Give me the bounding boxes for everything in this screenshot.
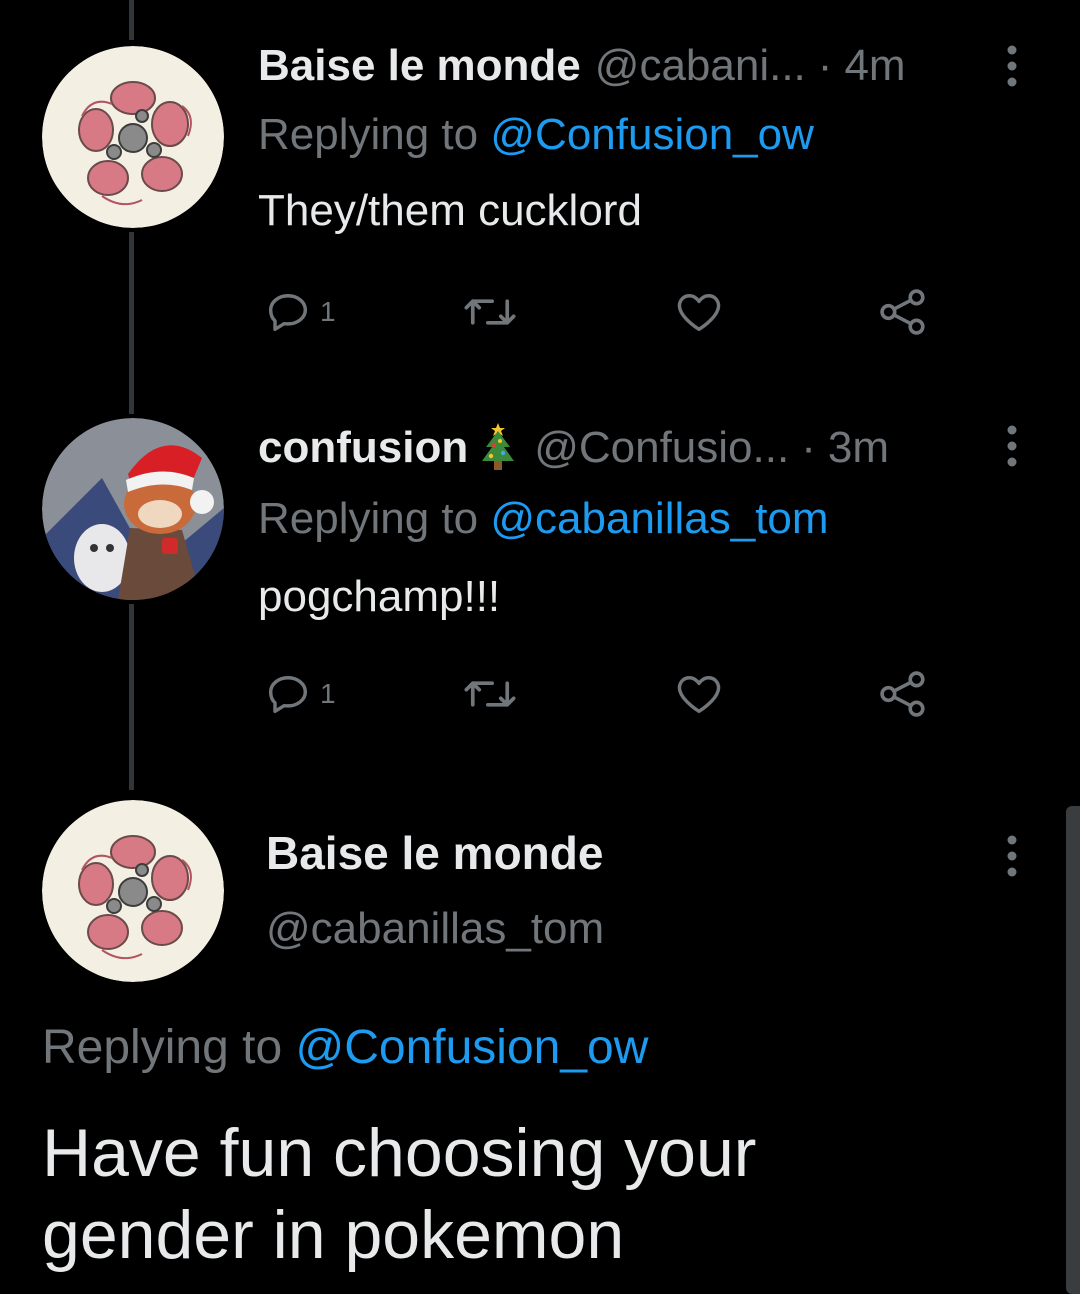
thread-line-middle xyxy=(129,232,134,414)
reply-count: 1 xyxy=(320,678,336,709)
replying-to-label: Replying to xyxy=(258,110,479,159)
replying-to-label: Replying to xyxy=(42,1021,283,1074)
more-options-button[interactable] xyxy=(1000,422,1024,470)
author-name[interactable]: Baise le monde xyxy=(266,826,603,880)
christmas-tree-icon xyxy=(476,421,520,475)
separator-dot: · xyxy=(817,41,833,90)
author-name[interactable]: Baise le monde xyxy=(258,41,581,91)
like-button[interactable] xyxy=(672,664,726,724)
floral-pattern-avatar-icon xyxy=(42,800,224,982)
share-icon xyxy=(880,671,925,717)
replying-to-mention[interactable]: @cabanillas_tom xyxy=(490,494,828,543)
more-vertical-icon xyxy=(1007,45,1017,87)
retweet-icon xyxy=(464,681,516,707)
heart-icon xyxy=(677,294,721,332)
author-handle[interactable]: @cabanillas_tom xyxy=(266,904,604,954)
retweet-button[interactable] xyxy=(462,664,518,724)
replying-to-label: Replying to xyxy=(258,494,479,543)
more-vertical-icon xyxy=(1007,835,1017,877)
reply-icon xyxy=(268,676,308,714)
tweet-header: Baise le monde @cabani... · 4m xyxy=(258,36,970,96)
tweet-actions: 1 xyxy=(262,282,942,342)
reply-count: 1 xyxy=(320,296,336,327)
tweet-header: confusion @Confusio... · 3m xyxy=(258,418,970,478)
replying-to: Replying to @cabanillas_tom xyxy=(258,494,829,544)
more-options-button[interactable] xyxy=(1000,832,1024,880)
tweet-text: pogchamp!!! xyxy=(258,572,501,621)
more-options-button[interactable] xyxy=(1000,42,1024,90)
timestamp[interactable]: 4m xyxy=(844,41,905,91)
reply-button[interactable]: 1 xyxy=(262,282,336,342)
avatar[interactable] xyxy=(42,418,224,600)
separator-dot: · xyxy=(801,423,816,472)
scrollbar[interactable] xyxy=(1066,806,1080,1294)
share-button[interactable] xyxy=(876,282,930,342)
replying-to: Replying to @Confusion_ow xyxy=(258,110,814,160)
avatar[interactable] xyxy=(42,46,224,228)
share-button[interactable] xyxy=(876,664,930,724)
thread-line-top xyxy=(129,0,134,40)
author-handle[interactable]: @cabani... xyxy=(595,41,806,91)
avatar[interactable] xyxy=(42,800,224,982)
tweet-actions: 1 xyxy=(262,664,942,724)
retweet-button[interactable] xyxy=(462,282,518,342)
christmas-tree-emoji-icon xyxy=(482,423,515,470)
replying-to: Replying to @Confusion_ow xyxy=(42,1020,648,1075)
share-icon xyxy=(880,289,925,335)
thread-line-bottom xyxy=(129,604,134,790)
replying-to-mention[interactable]: @Confusion_ow xyxy=(295,1021,648,1074)
tweet-text: Have fun choosing your gender in pokemon xyxy=(42,1112,1002,1276)
tweet-text: They/them cucklord xyxy=(258,186,642,235)
replying-to-mention[interactable]: @Confusion_ow xyxy=(490,110,814,159)
timestamp[interactable]: 3m xyxy=(828,423,889,473)
tweet-text-line-2: gender in pokemon xyxy=(42,1197,625,1273)
like-button[interactable] xyxy=(672,282,726,342)
tweet-text-line-1: Have fun choosing your xyxy=(42,1115,757,1191)
reply-icon xyxy=(268,294,308,332)
floral-pattern-avatar-icon xyxy=(42,46,224,228)
heart-icon xyxy=(677,676,721,714)
reply-button[interactable]: 1 xyxy=(262,664,336,724)
author-name[interactable]: confusion xyxy=(258,423,468,473)
author-handle[interactable]: @Confusio... xyxy=(534,423,789,473)
santa-hat-character-avatar-icon xyxy=(42,418,224,600)
more-vertical-icon xyxy=(1007,425,1017,467)
retweet-icon xyxy=(464,299,516,325)
